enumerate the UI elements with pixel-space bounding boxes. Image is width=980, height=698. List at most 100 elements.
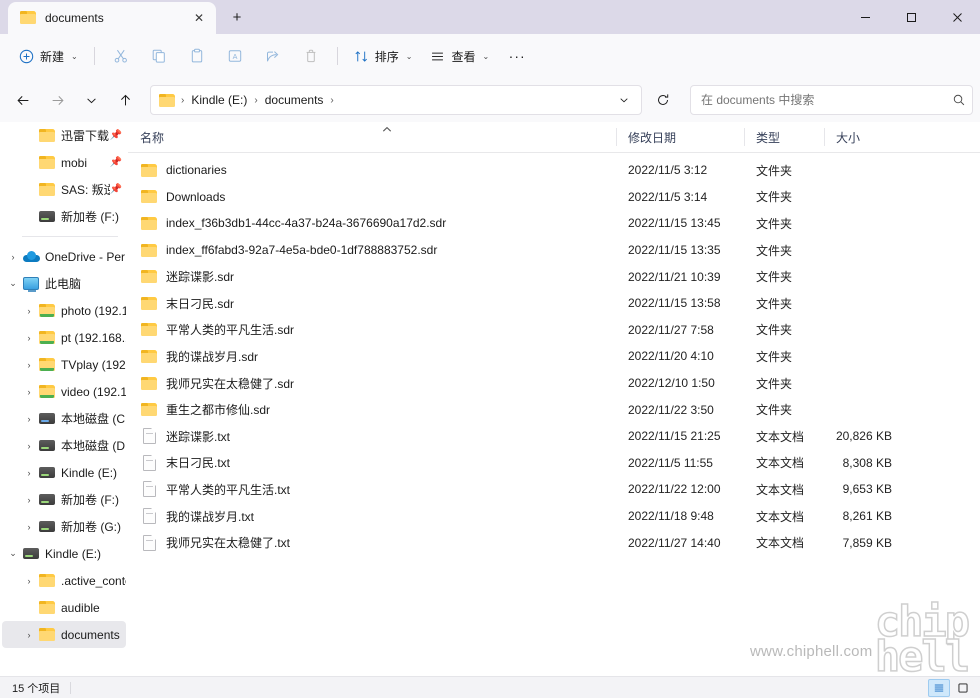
refresh-button[interactable] [648, 85, 678, 115]
sidebar-item-photo-192-1[interactable]: › photo (192.1 [2, 297, 127, 324]
delete-button[interactable] [292, 40, 330, 72]
minimize-button[interactable] [842, 0, 888, 34]
expand-chevron-icon[interactable]: › [20, 518, 38, 536]
file-name-cell[interactable]: 我师兄实在太稳健了.txt [132, 534, 616, 551]
table-row[interactable]: 我师兄实在太稳健了.sdr 2022/12/10 1:50 文件夹 [132, 370, 976, 397]
new-tab-button[interactable]: + [222, 2, 252, 32]
expand-chevron-icon[interactable]: › [20, 302, 38, 320]
sidebar-item-tvplay-192-1[interactable]: › TVplay (192.1 [2, 351, 127, 378]
table-row[interactable]: dictionaries 2022/11/5 3:12 文件夹 [132, 157, 976, 184]
expand-chevron-icon[interactable]: ⌄ [4, 545, 22, 563]
file-name-cell[interactable]: 迷踪谍影.sdr [132, 268, 616, 285]
details-view-button[interactable] [928, 678, 950, 697]
table-row[interactable]: index_f36b3db1-44cc-4a37-b24a-3676690a17… [132, 210, 976, 237]
expand-chevron-icon[interactable]: › [20, 572, 38, 590]
expand-chevron-icon[interactable] [20, 127, 38, 145]
file-name-cell[interactable]: 平常人类的平凡生活.txt [132, 481, 616, 498]
file-name-cell[interactable]: 我的谍战岁月.sdr [132, 348, 616, 365]
table-row[interactable]: 末日刁民.txt 2022/11/5 11:55 文本文档 8,308 KB [132, 450, 976, 477]
search-icon[interactable] [952, 93, 966, 107]
more-options-button[interactable]: ··· [498, 40, 536, 72]
search-input[interactable] [701, 93, 952, 107]
sidebar-item-mobi[interactable]: mobi 📌 [2, 149, 126, 176]
sidebar-item-g[interactable]: › 新加卷 (G:) [2, 513, 126, 540]
copy-button[interactable] [140, 40, 178, 72]
table-row[interactable]: 我师兄实在太稳健了.txt 2022/11/27 14:40 文本文档 7,859 K… [132, 529, 976, 556]
new-button[interactable]: 新建 ⌄ [10, 40, 87, 72]
sidebar-item-active-conten[interactable]: › .active_conten [2, 567, 127, 594]
file-name-cell[interactable]: index_ff6fabd3-92a7-4e5a-bde0-1df7888837… [132, 243, 616, 257]
address-dropdown-icon[interactable] [611, 87, 637, 113]
sidebar-item-kindle-e[interactable]: › Kindle (E:) [2, 459, 126, 486]
expand-chevron-icon[interactable]: › [4, 248, 22, 266]
expand-chevron-icon[interactable]: › [20, 410, 38, 428]
sidebar-item-documents[interactable]: › documents [2, 621, 126, 648]
table-row[interactable]: 我的谍战岁月.sdr 2022/11/20 4:10 文件夹 [132, 343, 976, 370]
sidebar-item-audible[interactable]: audible [2, 594, 126, 621]
file-name-cell[interactable]: 末日刁民.sdr [132, 295, 616, 312]
sidebar-item-pt-192-168-1[interactable]: › pt (192.168.1 [2, 324, 127, 351]
large-icons-view-button[interactable] [952, 679, 974, 697]
address-bar[interactable]: › Kindle (E:) › documents › [150, 85, 642, 115]
file-name-cell[interactable]: index_f36b3db1-44cc-4a37-b24a-3676690a17… [132, 216, 616, 230]
sidebar-item-[interactable]: 迅雷下载 📌 [2, 122, 126, 149]
table-row[interactable]: 我的谍战岁月.txt 2022/11/18 9:48 文本文档 8,261 KB [132, 503, 976, 530]
file-name-cell[interactable]: 迷踪谍影.txt [132, 428, 616, 445]
table-row[interactable]: 重生之都市修仙.sdr 2022/11/22 3:50 文件夹 [132, 396, 976, 423]
sidebar-item-sas[interactable]: SAS: 叛逆者📌 [2, 176, 126, 203]
maximize-button[interactable] [888, 0, 934, 34]
expand-chevron-icon[interactable]: › [20, 464, 38, 482]
table-row[interactable]: 平常人类的平凡生活.txt 2022/11/22 12:00 文本文档 9,653 K… [132, 476, 976, 503]
back-button[interactable] [8, 85, 38, 115]
expand-chevron-icon[interactable] [20, 208, 38, 226]
column-header-date[interactable]: 修改日期 [616, 122, 744, 152]
tab-documents[interactable]: documents ✕ [8, 2, 216, 34]
breadcrumb-kindle[interactable]: Kindle (E:) [186, 90, 252, 110]
file-name-cell[interactable]: 我的谍战岁月.txt [132, 508, 616, 525]
expand-chevron-icon[interactable]: › [20, 329, 38, 347]
table-row[interactable]: 迷踪谍影.sdr 2022/11/21 10:39 文件夹 [132, 263, 976, 290]
expand-chevron-icon[interactable]: › [20, 437, 38, 455]
sidebar-item-[interactable]: ⌄ 此电脑 [2, 270, 126, 297]
cut-button[interactable] [102, 40, 140, 72]
expand-chevron-icon[interactable]: ⌄ [4, 275, 22, 293]
expand-chevron-icon[interactable] [20, 599, 38, 617]
file-name-cell[interactable]: 末日刁民.txt [132, 454, 616, 471]
column-header-type[interactable]: 类型 [744, 122, 824, 152]
table-row[interactable]: index_ff6fabd3-92a7-4e5a-bde0-1df7888837… [132, 237, 976, 264]
sort-button[interactable]: 排序 ⌄ [345, 40, 422, 72]
rename-button[interactable]: A [216, 40, 254, 72]
table-row[interactable]: 迷踪谍影.txt 2022/11/15 21:25 文本文档 20,826 KB [132, 423, 976, 450]
close-window-button[interactable] [934, 0, 980, 34]
expand-chevron-icon[interactable] [20, 181, 38, 199]
sidebar-item-c[interactable]: › 本地磁盘 (C:) [2, 405, 127, 432]
file-name-cell[interactable]: dictionaries [132, 163, 616, 177]
table-row[interactable]: 平常人类的平凡生活.sdr 2022/11/27 7:58 文件夹 [132, 317, 976, 344]
sidebar-item-onedrive-per[interactable]: › OneDrive - Per [2, 243, 126, 270]
expand-chevron-icon[interactable] [20, 154, 38, 172]
recent-locations-button[interactable] [76, 85, 106, 115]
sidebar-item-f[interactable]: › 新加卷 (F:) [2, 486, 126, 513]
sidebar-item-f[interactable]: 新加卷 (F:) [2, 203, 126, 230]
file-name-cell[interactable]: Downloads [132, 190, 616, 204]
file-name-cell[interactable]: 平常人类的平凡生活.sdr [132, 321, 616, 338]
file-name-cell[interactable]: 重生之都市修仙.sdr [132, 401, 616, 418]
table-row[interactable]: Downloads 2022/11/5 3:14 文件夹 [132, 184, 976, 211]
table-row[interactable]: 末日刁民.sdr 2022/11/15 13:58 文件夹 [132, 290, 976, 317]
breadcrumb-documents[interactable]: documents [260, 90, 329, 110]
forward-button[interactable] [42, 85, 72, 115]
column-header-size[interactable]: 大小 [824, 122, 902, 152]
expand-chevron-icon[interactable]: › [20, 383, 38, 401]
sidebar-item-kindle-e[interactable]: ⌄ Kindle (E:) [2, 540, 126, 567]
file-name-cell[interactable]: 我师兄实在太稳健了.sdr [132, 375, 616, 392]
view-button[interactable]: 查看 ⌄ [421, 40, 498, 72]
column-header-name[interactable]: 名称 [128, 122, 616, 152]
share-button[interactable] [254, 40, 292, 72]
expand-chevron-icon[interactable]: › [20, 356, 38, 374]
expand-chevron-icon[interactable]: › [20, 491, 38, 509]
search-box[interactable] [690, 85, 973, 115]
sidebar-item-video-192-16[interactable]: › video (192.16 [2, 378, 127, 405]
close-tab-icon[interactable]: ✕ [188, 7, 210, 29]
up-button[interactable] [110, 85, 140, 115]
expand-chevron-icon[interactable]: › [20, 626, 38, 644]
